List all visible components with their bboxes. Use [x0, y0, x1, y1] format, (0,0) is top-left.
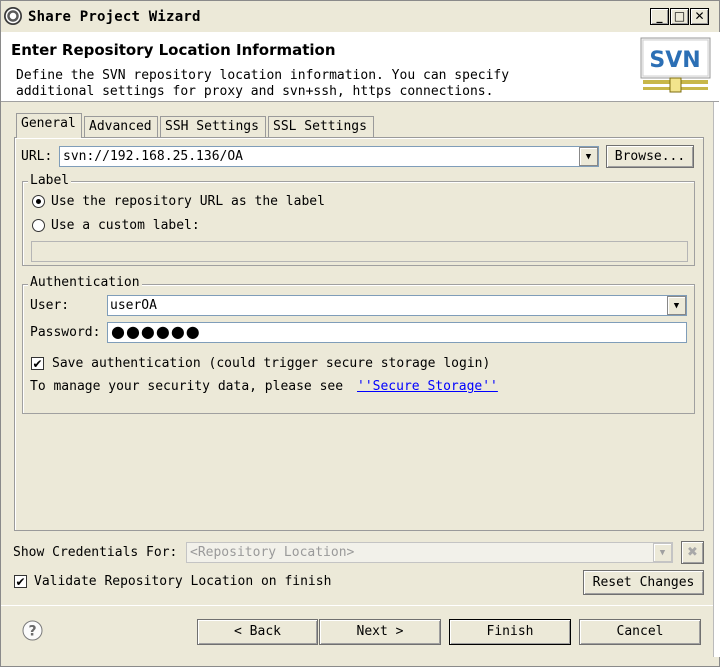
- custom-label-input[interactable]: [31, 241, 688, 262]
- page-description: Define the SVN repository location infor…: [16, 68, 509, 100]
- label-group-title: Label: [28, 173, 72, 188]
- description-line-2: additional settings for proxy and svn+ss…: [16, 84, 494, 99]
- radio-custom-label[interactable]: [32, 219, 45, 232]
- validate-location-checkbox[interactable]: ✔: [14, 575, 27, 588]
- next-button[interactable]: Next >: [319, 619, 441, 645]
- maximize-button[interactable]: □: [670, 8, 689, 25]
- chevron-down-icon[interactable]: ▼: [579, 147, 598, 166]
- user-combo[interactable]: [107, 295, 687, 316]
- window-title: Share Project Wizard: [28, 9, 201, 25]
- save-authentication-label[interactable]: Save authentication (could trigger secur…: [52, 356, 490, 371]
- svn-logo-text: SVN: [649, 48, 700, 73]
- close-button[interactable]: ✕: [690, 8, 709, 25]
- save-authentication-checkbox[interactable]: ✔: [31, 357, 44, 370]
- reset-changes-button[interactable]: Reset Changes: [583, 570, 704, 595]
- svn-logo-icon: SVN: [640, 37, 711, 94]
- manage-security-text: To manage your security data, please see: [30, 379, 344, 394]
- authentication-group-title: Authentication: [28, 275, 142, 290]
- browse-button[interactable]: Browse...: [606, 145, 694, 168]
- finish-button[interactable]: Finish: [449, 619, 571, 645]
- button-bar-separator: [1, 605, 713, 606]
- secure-storage-link[interactable]: ''Secure Storage'': [357, 379, 498, 394]
- tab-general[interactable]: General: [16, 113, 82, 138]
- eclipse-app-icon: [4, 7, 22, 25]
- tab-ssl-settings[interactable]: SSL Settings: [268, 116, 374, 138]
- user-value[interactable]: userOA: [110, 298, 157, 313]
- tab-ssh-settings[interactable]: SSH Settings: [160, 116, 266, 138]
- password-label: Password:: [30, 325, 101, 340]
- page-title: Enter Repository Location Information: [11, 41, 336, 59]
- show-credentials-label: Show Credentials For:: [13, 545, 178, 560]
- help-icon[interactable]: ?: [22, 620, 43, 641]
- tab-advanced[interactable]: Advanced: [84, 116, 158, 138]
- svg-text:?: ?: [28, 624, 36, 640]
- description-line-1: Define the SVN repository location infor…: [16, 68, 510, 83]
- show-credentials-value: <Repository Location>: [190, 545, 355, 560]
- minimize-button[interactable]: _: [650, 8, 669, 25]
- validate-location-label[interactable]: Validate Repository Location on finish: [34, 574, 331, 589]
- password-mask: ●●●●●●: [111, 322, 201, 341]
- chevron-down-icon[interactable]: ▼: [667, 296, 686, 315]
- cancel-button[interactable]: Cancel: [579, 619, 701, 645]
- radio-repository-url-label[interactable]: [32, 195, 45, 208]
- url-label: URL:: [21, 149, 53, 164]
- back-button[interactable]: < Back: [197, 619, 318, 645]
- repository-url-label-option[interactable]: Use the repository URL as the label: [51, 194, 325, 209]
- delete-credentials-icon: ✖: [681, 541, 704, 564]
- user-label: User:: [30, 298, 70, 313]
- url-value[interactable]: svn://192.168.25.136/OA: [63, 149, 243, 164]
- chevron-down-icon: ▼: [653, 543, 672, 562]
- custom-label-option[interactable]: Use a custom label:: [51, 218, 200, 233]
- background-window-strip: [713, 32, 722, 657]
